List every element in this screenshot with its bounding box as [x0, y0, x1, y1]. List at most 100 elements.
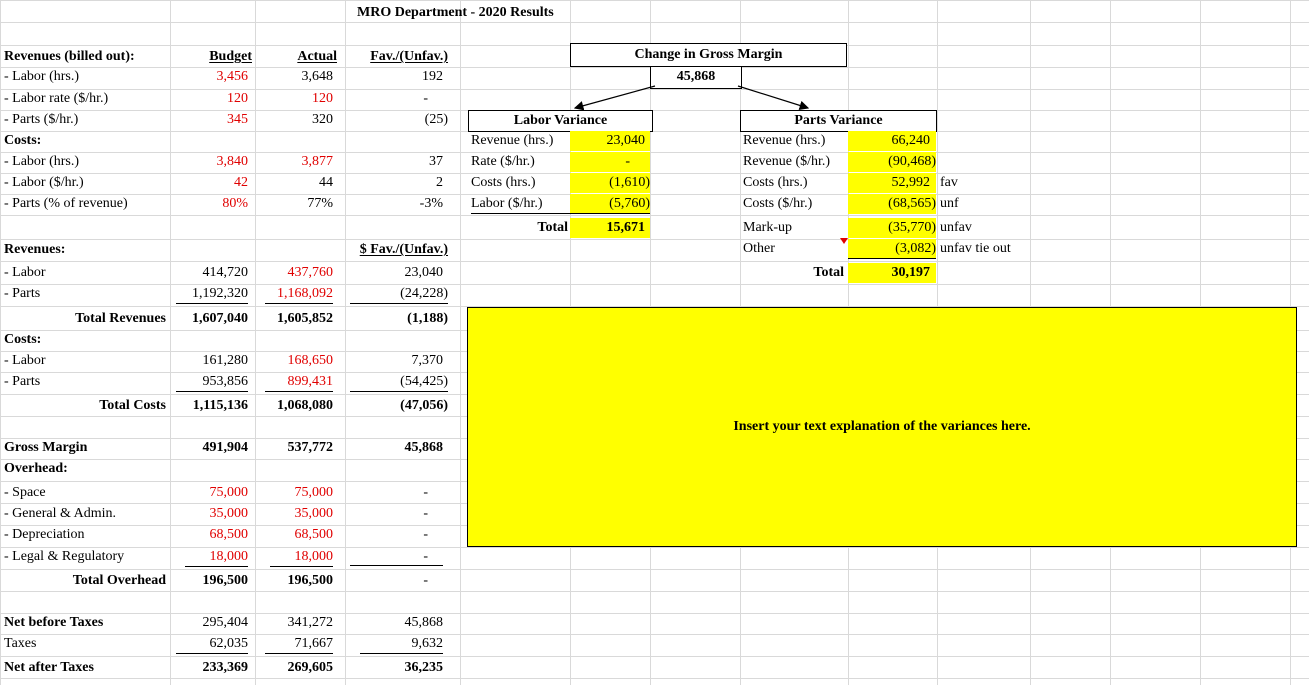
actual-cell[interactable]: 77% [255, 194, 333, 214]
row-label: - Labor (hrs.) [4, 69, 80, 84]
fav-cell[interactable]: 45,868 [365, 613, 444, 633]
variance-note: unfav [940, 220, 972, 235]
labor-variance-title-box: Labor Variance [468, 110, 653, 132]
row-label: - Parts [4, 374, 41, 389]
fav-cell[interactable]: -3% [365, 194, 443, 214]
actual-cell[interactable]: 1,168,092 [265, 284, 333, 304]
fav-cell[interactable]: (25) [365, 110, 448, 130]
budget-cell[interactable]: 295,404 [170, 613, 249, 633]
actual-cell[interactable]: 35,000 [255, 504, 334, 524]
actual-cell[interactable]: 1,068,080 [255, 396, 333, 416]
fav-cell[interactable]: - [365, 571, 428, 591]
variance-label: Other [743, 241, 775, 256]
budget-cell[interactable]: 120 [170, 89, 248, 109]
variance-value[interactable]: 23,040 [570, 131, 650, 151]
variance-value[interactable]: 66,240 [848, 131, 936, 151]
fav-cell[interactable]: - [365, 525, 428, 545]
variance-total-label: Total [813, 265, 844, 280]
actual-cell[interactable]: 1,605,852 [255, 309, 333, 329]
row-label: Total Costs [99, 398, 166, 413]
fav-cell[interactable]: (1,188) [365, 309, 448, 329]
gross-margin-change-value-box[interactable]: 45,868 [650, 66, 742, 89]
variance-value[interactable]: (3,082) [848, 239, 936, 259]
variance-label: Costs (hrs.) [471, 175, 536, 190]
variance-value[interactable]: (35,770) [848, 218, 936, 238]
actual-cell[interactable]: 68,500 [255, 525, 334, 545]
fav-cell[interactable]: - [365, 89, 428, 109]
actual-cell[interactable]: 196,500 [255, 571, 334, 591]
actual-cell[interactable]: 44 [255, 173, 333, 193]
sheet-title: MRO Department - 2020 Results [357, 5, 554, 20]
overhead-label: Overhead: [4, 461, 68, 476]
budget-cell[interactable]: 1,607,040 [170, 309, 248, 329]
comment-indicator [840, 238, 848, 244]
variance-value[interactable]: - [570, 152, 650, 172]
variance-label: Revenue ($/hr.) [743, 154, 831, 169]
fav-cell[interactable]: 36,235 [365, 658, 444, 678]
variance-value[interactable]: (1,610) [570, 173, 650, 193]
variance-label: Mark-up [743, 220, 792, 235]
fav-cell[interactable]: (54,425) [350, 372, 448, 392]
variance-total-value[interactable]: 30,197 [848, 263, 936, 283]
budget-cell[interactable]: 62,035 [176, 634, 248, 654]
fav-cell[interactable]: (47,056) [365, 396, 448, 416]
budget-cell[interactable]: 414,720 [170, 263, 249, 283]
fav-cell[interactable]: 37 [365, 152, 443, 172]
budget-cell[interactable]: 18,000 [185, 547, 248, 567]
variance-label: Revenue (hrs.) [471, 133, 554, 148]
fav-cell[interactable]: - [365, 504, 428, 524]
row-label: - Parts [4, 286, 41, 301]
budget-cell[interactable]: 196,500 [170, 571, 249, 591]
budget-cell[interactable]: 75,000 [170, 483, 249, 503]
fav-cell[interactable]: - [350, 547, 443, 566]
budget-cell[interactable]: 1,192,320 [176, 284, 248, 304]
budget-cell[interactable]: 161,280 [170, 351, 249, 371]
fav-cell[interactable]: (24,228) [350, 284, 448, 304]
header-actual: Actual [297, 49, 337, 64]
explanation-textbox[interactable]: Insert your text explanation of the vari… [467, 307, 1297, 547]
budget-cell[interactable]: 35,000 [170, 504, 249, 524]
variance-value[interactable]: 52,992 [848, 173, 936, 193]
variance-value[interactable]: (68,565) [848, 194, 936, 214]
actual-cell[interactable]: 3,877 [255, 152, 334, 172]
budget-cell[interactable]: 345 [170, 110, 248, 130]
actual-cell[interactable]: 537,772 [255, 438, 334, 458]
fav-cell[interactable]: 7,370 [365, 351, 444, 371]
fav-cell[interactable]: 45,868 [365, 438, 444, 458]
actual-cell[interactable]: 269,605 [255, 658, 334, 678]
budget-cell[interactable]: 3,456 [170, 67, 249, 87]
actual-cell[interactable]: 168,650 [255, 351, 334, 371]
actual-cell[interactable]: 75,000 [255, 483, 334, 503]
variance-label: Costs (hrs.) [743, 175, 808, 190]
budget-cell[interactable]: 1,115,136 [170, 396, 248, 416]
variance-note: fav [940, 175, 958, 190]
actual-cell[interactable]: 437,760 [255, 263, 334, 283]
actual-cell[interactable]: 899,431 [265, 372, 333, 392]
variance-value[interactable]: (90,468) [848, 152, 936, 172]
budget-cell[interactable]: 3,840 [170, 152, 249, 172]
actual-cell[interactable]: 341,272 [255, 613, 334, 633]
fav-cell[interactable]: 2 [365, 173, 443, 193]
actual-cell[interactable]: 71,667 [265, 634, 333, 654]
budget-cell[interactable]: 233,369 [170, 658, 249, 678]
actual-cell[interactable]: 18,000 [270, 547, 333, 567]
actual-cell[interactable]: 120 [255, 89, 333, 109]
row-label: - Space [4, 485, 46, 500]
fav-cell[interactable]: 23,040 [365, 263, 444, 283]
actual-cell[interactable]: 320 [255, 110, 333, 130]
fav-cell[interactable]: 9,632 [360, 634, 443, 654]
variance-note: unf [940, 196, 959, 211]
variance-total-value[interactable]: 15,671 [570, 218, 650, 238]
budget-cell[interactable]: 953,856 [176, 372, 248, 392]
fav-cell[interactable]: - [365, 483, 428, 503]
variance-note: unfav tie out [940, 241, 1011, 256]
actual-cell[interactable]: 3,648 [255, 67, 334, 87]
budget-cell[interactable]: 42 [170, 173, 248, 193]
budget-cell[interactable]: 68,500 [170, 525, 249, 545]
variance-label: Labor ($/hr.) [471, 194, 570, 214]
budget-cell[interactable]: 80% [170, 194, 248, 214]
variance-value[interactable]: (5,760) [570, 194, 650, 214]
fav-cell[interactable]: 192 [365, 67, 443, 87]
row-label: - Parts (% of revenue) [4, 196, 128, 211]
budget-cell[interactable]: 491,904 [170, 438, 249, 458]
